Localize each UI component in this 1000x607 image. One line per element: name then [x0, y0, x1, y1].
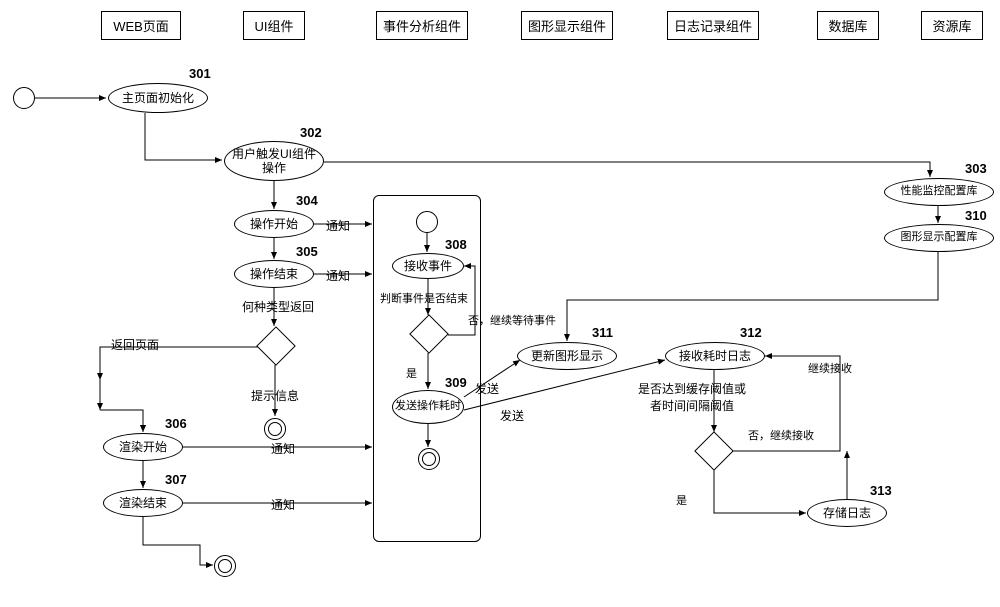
arrows-layer [0, 0, 1000, 607]
